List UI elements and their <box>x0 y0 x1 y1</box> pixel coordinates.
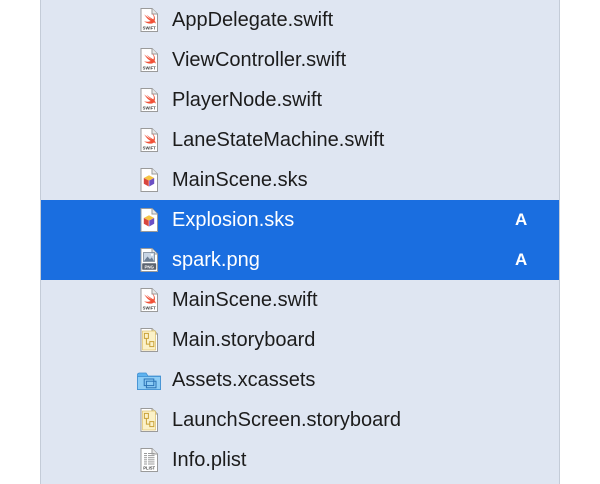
file-name: Explosion.sks <box>172 209 295 231</box>
svg-text:PLIST: PLIST <box>143 465 155 470</box>
file-name: Info.plist <box>172 449 247 471</box>
plist-file-icon: PLIST <box>136 447 162 473</box>
file-row[interactable]: MainScene.sks <box>41 160 559 200</box>
svg-text:SWIFT: SWIFT <box>143 65 156 70</box>
png-image-icon: PNG <box>136 247 162 273</box>
swift-file-icon: SWIFT <box>136 127 162 153</box>
svg-text:SWIFT: SWIFT <box>143 145 156 150</box>
storyboard-icon <box>136 407 162 433</box>
file-list: SWIFT AppDelegate.swift SWIFT ViewControlle… <box>41 0 559 480</box>
swift-file-icon: SWIFT <box>136 287 162 313</box>
file-row[interactable]: Main.storyboard <box>41 320 559 360</box>
file-row[interactable]: Explosion.sks A <box>41 200 559 240</box>
spritekit-scene-icon <box>136 167 162 193</box>
file-row[interactable]: PNG spark.png A <box>41 240 559 280</box>
file-name: Main.storyboard <box>172 329 316 351</box>
file-name: MainScene.swift <box>172 289 318 311</box>
source-control-status-badge: A <box>515 250 528 269</box>
swift-file-icon: SWIFT <box>136 87 162 113</box>
file-name: PlayerNode.swift <box>172 89 323 111</box>
svg-text:SWIFT: SWIFT <box>143 305 156 310</box>
file-name: LaneStateMachine.swift <box>172 129 385 151</box>
file-name: LaunchScreen.storyboard <box>172 409 402 431</box>
spritekit-scene-icon <box>136 207 162 233</box>
project-navigator: SWIFT AppDelegate.swift SWIFT ViewControlle… <box>40 0 560 484</box>
svg-text:PNG: PNG <box>144 264 154 269</box>
file-row[interactable]: PLIST Info.plist <box>41 440 559 480</box>
file-row[interactable]: SWIFT ViewController.swift <box>41 40 559 80</box>
file-row[interactable]: LaunchScreen.storyboard <box>41 400 559 440</box>
svg-text:SWIFT: SWIFT <box>143 105 156 110</box>
file-name: ViewController.swift <box>172 49 347 71</box>
source-control-status-badge: A <box>515 210 528 229</box>
file-row[interactable]: Assets.xcassets <box>41 360 559 400</box>
swift-file-icon: SWIFT <box>136 7 162 33</box>
file-row[interactable]: SWIFT AppDelegate.swift <box>41 0 559 40</box>
swift-file-icon: SWIFT <box>136 47 162 73</box>
file-name: spark.png <box>172 249 260 271</box>
file-row[interactable]: SWIFT MainScene.swift <box>41 280 559 320</box>
file-name: Assets.xcassets <box>172 369 316 391</box>
file-row[interactable]: SWIFT LaneStateMachine.swift <box>41 120 559 160</box>
file-name: MainScene.sks <box>172 169 308 191</box>
storyboard-icon <box>136 327 162 353</box>
svg-text:SWIFT: SWIFT <box>143 25 156 30</box>
file-row[interactable]: SWIFT PlayerNode.swift <box>41 80 559 120</box>
file-name: AppDelegate.swift <box>172 9 334 31</box>
asset-catalog-folder-icon <box>136 367 162 393</box>
